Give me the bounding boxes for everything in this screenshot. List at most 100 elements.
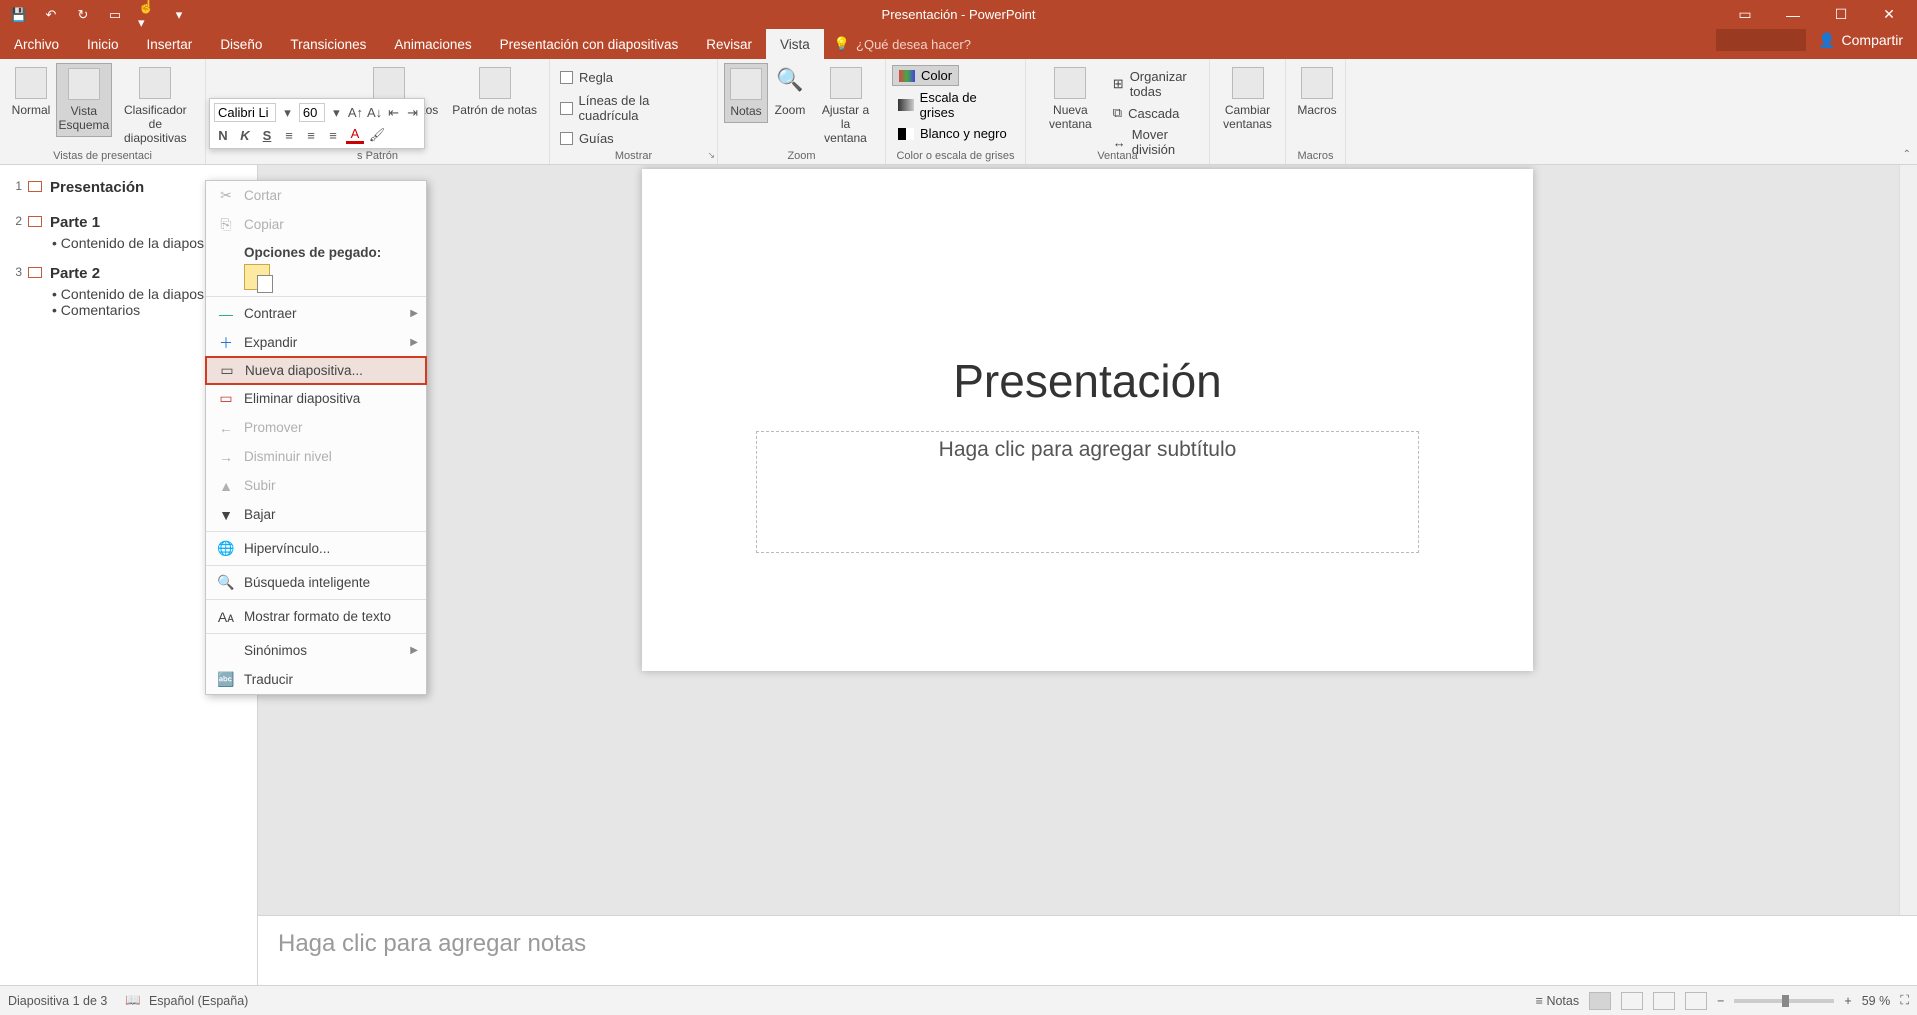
font-dropdown-icon[interactable]: ▾: [280, 104, 295, 122]
tab-insertar[interactable]: Insertar: [133, 29, 207, 59]
align-left-icon[interactable]: ≡: [280, 126, 298, 144]
tab-revisar[interactable]: Revisar: [692, 29, 766, 59]
qat-customize-icon[interactable]: ▾: [170, 6, 188, 24]
color-button[interactable]: Color: [892, 65, 959, 86]
fit-window-button[interactable]: Ajustar a la ventana: [812, 63, 879, 149]
group-label-color: Color o escala de grises: [886, 150, 1025, 162]
cm-translate[interactable]: 🔤Traducir: [206, 665, 426, 694]
grayscale-button[interactable]: Escala de grises: [892, 88, 1019, 122]
touch-mode-icon[interactable]: ☝▾: [138, 6, 156, 24]
spellcheck-icon[interactable]: 📖: [125, 993, 141, 1008]
normal-view-btn[interactable]: [1589, 992, 1611, 1010]
plus-icon: ＋: [216, 333, 236, 353]
redo-icon[interactable]: ↻: [74, 6, 92, 24]
cm-new-slide[interactable]: ▭Nueva diapositiva...: [205, 356, 427, 385]
cm-expand[interactable]: ＋Expandir▶: [206, 328, 426, 357]
increase-indent-icon[interactable]: ⇥: [405, 104, 420, 122]
slideshow-view-btn[interactable]: [1685, 992, 1707, 1010]
start-from-beginning-icon[interactable]: ▭: [106, 6, 124, 24]
switch-windows-button[interactable]: Cambiar ventanas: [1216, 63, 1279, 135]
slide-icon: [28, 181, 42, 192]
format-painter-icon[interactable]: 🖌: [368, 126, 386, 144]
notes-master-button[interactable]: Patrón de notas: [446, 63, 543, 121]
cm-collapse[interactable]: —Contraer▶: [206, 299, 426, 328]
separator: [206, 296, 426, 297]
new-window-button[interactable]: Nueva ventana: [1032, 63, 1109, 135]
zoom-out-icon[interactable]: −: [1717, 994, 1724, 1008]
close-icon[interactable]: ✕: [1879, 5, 1899, 25]
font-name-input[interactable]: [214, 103, 276, 122]
tab-animaciones[interactable]: Animaciones: [380, 29, 485, 59]
notes-button[interactable]: Notas: [724, 63, 768, 123]
separator: [206, 633, 426, 634]
cm-delete-slide[interactable]: ▭Eliminar diapositiva: [206, 384, 426, 413]
zoom-thumb[interactable]: [1782, 995, 1789, 1007]
ribbon-options-icon[interactable]: ▭: [1735, 5, 1755, 25]
cm-hyperlink[interactable]: 🌐Hipervínculo...: [206, 534, 426, 563]
minimize-icon[interactable]: —: [1783, 5, 1803, 25]
slide-title[interactable]: Presentación: [642, 354, 1533, 408]
separator: [206, 599, 426, 600]
cm-synonyms[interactable]: Sinónimos▶: [206, 636, 426, 665]
cascade-button[interactable]: ⧉Cascada: [1109, 103, 1203, 123]
cm-smart-lookup[interactable]: 🔍Búsqueda inteligente: [206, 568, 426, 597]
slide-sorter-button[interactable]: Clasificador de diapositivas: [112, 63, 199, 149]
bw-button[interactable]: Blanco y negro: [892, 124, 1013, 143]
cascade-icon: ⧉: [1113, 105, 1122, 121]
fit-to-window-icon[interactable]: ⛶: [1900, 993, 1909, 1008]
cm-show-formatting[interactable]: AᴀMostrar formato de texto: [206, 602, 426, 631]
tab-transiciones[interactable]: Transiciones: [276, 29, 380, 59]
paste-option-icon[interactable]: [244, 264, 270, 290]
gridlines-checkbox[interactable]: Líneas de la cuadrícula: [556, 90, 711, 126]
normal-view-button[interactable]: Normal: [6, 63, 56, 121]
save-icon[interactable]: 💾: [10, 6, 28, 24]
tab-archivo[interactable]: Archivo: [0, 29, 73, 59]
arrange-all-button[interactable]: ⊞Organizar todas: [1109, 67, 1203, 101]
tab-presentacion[interactable]: Presentación con diapositivas: [486, 29, 693, 59]
align-right-icon[interactable]: ≡: [324, 126, 342, 144]
share-button[interactable]: Compartir: [1842, 32, 1903, 48]
font-color-icon[interactable]: A: [346, 126, 364, 144]
reading-view-btn[interactable]: [1653, 992, 1675, 1010]
notes-toggle[interactable]: ≡ Notas: [1536, 994, 1579, 1008]
slide[interactable]: Presentación Haga clic para agregar subt…: [642, 169, 1533, 671]
italic-icon[interactable]: K: [236, 126, 254, 144]
show-launcher-icon[interactable]: ↘: [707, 150, 715, 161]
maximize-icon[interactable]: ☐: [1831, 5, 1851, 25]
language-indicator[interactable]: Español (España): [149, 994, 248, 1008]
size-dropdown-icon[interactable]: ▾: [329, 104, 344, 122]
decrease-font-icon[interactable]: A↓: [367, 104, 382, 122]
vertical-scrollbar[interactable]: [1899, 165, 1917, 915]
tab-vista[interactable]: Vista: [766, 29, 824, 59]
cm-move-down[interactable]: ▼Bajar: [206, 500, 426, 529]
font-size-input[interactable]: [299, 103, 325, 122]
underline-icon[interactable]: S: [258, 126, 276, 144]
slide-counter[interactable]: Diapositiva 1 de 3: [8, 994, 107, 1008]
mini-toolbar: ▾ ▾ A↑ A↓ ⇤ ⇥ N K S ≡ ≡ ≡ A 🖌: [209, 98, 425, 149]
sorter-view-btn[interactable]: [1621, 992, 1643, 1010]
undo-icon[interactable]: ↶: [42, 6, 60, 24]
bold-icon[interactable]: N: [214, 126, 232, 144]
notes-master-icon: [479, 67, 511, 99]
zoom-button[interactable]: 🔍Zoom: [768, 63, 812, 121]
subtitle-placeholder[interactable]: Haga clic para agregar subtítulo: [756, 431, 1419, 553]
notes-pane[interactable]: Haga clic para agregar notas: [258, 915, 1917, 985]
ruler-checkbox[interactable]: Regla: [556, 67, 617, 88]
tab-diseno[interactable]: Diseño: [206, 29, 276, 59]
tell-me-search[interactable]: 💡 ¿Qué desea hacer?: [824, 29, 971, 59]
guides-checkbox[interactable]: Guías: [556, 128, 618, 149]
align-center-icon[interactable]: ≡: [302, 126, 320, 144]
checkbox-icon: [560, 71, 573, 84]
collapse-ribbon-icon[interactable]: ⌃: [1903, 149, 1911, 160]
increase-font-icon[interactable]: A↑: [348, 104, 363, 122]
zoom-slider[interactable]: [1734, 999, 1834, 1003]
zoom-level[interactable]: 59 %: [1862, 994, 1891, 1008]
slide-icon: [28, 216, 42, 227]
zoom-in-icon[interactable]: +: [1844, 994, 1851, 1008]
outline-view-button[interactable]: Vista Esquema: [56, 63, 112, 137]
tab-inicio[interactable]: Inicio: [73, 29, 133, 59]
macros-button[interactable]: Macros: [1292, 63, 1342, 121]
decrease-indent-icon[interactable]: ⇤: [386, 104, 401, 122]
signin-button[interactable]: [1716, 29, 1806, 51]
context-menu: ✂Cortar ⎘Copiar Opciones de pegado: —Con…: [205, 180, 427, 695]
